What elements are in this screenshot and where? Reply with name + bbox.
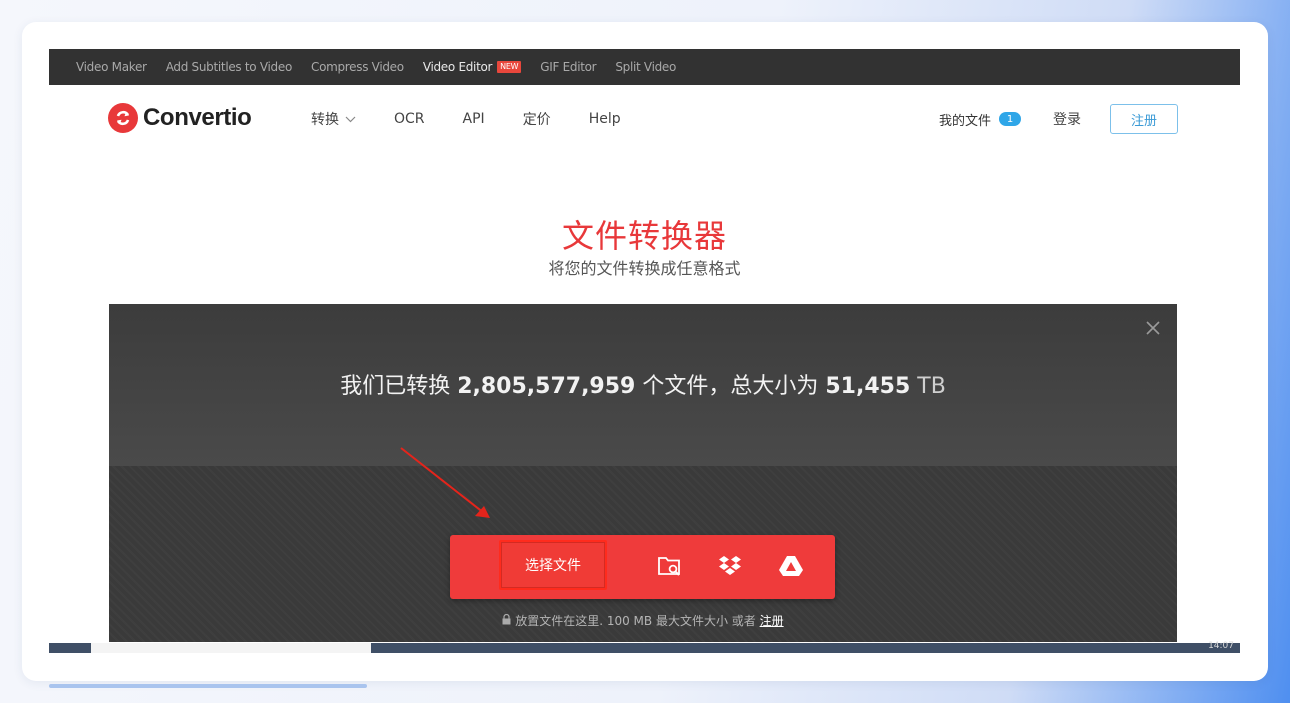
nav-item-label: API <box>462 111 485 127</box>
tool-link-label: Video Maker <box>76 60 147 74</box>
os-taskbar: 14:07 <box>49 641 1240 653</box>
main-nav: Convertio 转换 OCR API 定价 Help 我的文件 1 登录 注… <box>49 85 1240 151</box>
logo[interactable]: Convertio <box>108 103 252 133</box>
tool-link-video-maker[interactable]: Video Maker <box>76 60 147 74</box>
upload-panel: 我们已转换 2,805,577,959 个文件，总大小为 51,455 TB 选… <box>109 304 1177 642</box>
stats-prefix: 我们已转换 <box>340 374 451 399</box>
tool-link-label: GIF Editor <box>540 60 597 74</box>
browser-viewport: Video Maker Add Subtitles to Video Compr… <box>49 49 1240 653</box>
my-files-label: 我的文件 <box>938 113 991 129</box>
tool-link-label: Video Editor <box>422 60 493 74</box>
google-drive-icon[interactable] <box>778 553 804 579</box>
conversion-stats: 我们已转换 2,805,577,959 个文件，总大小为 51,455 TB <box>109 368 1177 400</box>
dropbox-icon[interactable] <box>717 553 743 579</box>
tools-strip: Video Maker Add Subtitles to Video Compr… <box>49 49 1240 85</box>
convertio-logo-icon <box>108 103 138 133</box>
size-unit: TB <box>917 374 946 399</box>
drop-hint-text: 放置文件在这里. 100 MB 最大文件大小 或者 <box>515 614 756 628</box>
nav-item-api[interactable]: API <box>463 111 485 127</box>
chevron-down-icon <box>345 111 356 127</box>
my-files-link[interactable]: 我的文件 1 <box>939 110 1021 129</box>
nav-item-label: 转换 <box>311 112 339 128</box>
annotation-arrow-icon <box>400 447 490 518</box>
scroll-indicator <box>49 684 367 688</box>
logo-text: Convertio <box>143 104 252 131</box>
new-badge: NEW <box>497 61 522 73</box>
signup-button[interactable]: 注册 <box>1110 104 1178 134</box>
nav-menu: 转换 OCR API 定价 Help <box>311 109 659 129</box>
tool-link-compress-video[interactable]: Compress Video <box>311 60 404 74</box>
lock-icon <box>502 613 515 628</box>
taskbar-clock: 14:07 <box>1208 641 1234 651</box>
tool-link-label: Add Subtitles to Video <box>165 60 293 74</box>
files-count: 2,805,577,959 <box>457 374 636 399</box>
nav-item-label: 定价 <box>522 112 551 128</box>
page-title: 文件转换器 <box>561 217 727 255</box>
account-nav: 我的文件 1 登录 注册 <box>939 104 1178 134</box>
tool-link-label: Split Video <box>615 60 677 74</box>
taskbar-search[interactable] <box>91 643 371 653</box>
nav-item-label: Help <box>588 111 621 127</box>
tool-link-label: Compress Video <box>310 60 404 74</box>
upload-button-bar: 选择文件 <box>450 535 835 599</box>
nav-item-ocr[interactable]: OCR <box>394 111 425 127</box>
nav-item-label: OCR <box>394 111 425 127</box>
file-count-badge: 1 <box>999 112 1021 126</box>
close-icon[interactable] <box>1145 320 1161 336</box>
page-subtitle: 将您的文件转换成任意格式 <box>548 259 741 278</box>
tool-link-gif-editor[interactable]: GIF Editor <box>540 60 596 74</box>
login-link[interactable]: 登录 <box>1053 109 1081 129</box>
folder-search-icon[interactable] <box>657 553 683 579</box>
stats-middle: 个文件，总大小为 <box>642 374 819 399</box>
drop-hint: 放置文件在这里. 100 MB 最大文件大小 或者 注册 <box>109 612 1177 629</box>
nav-item-pricing[interactable]: 定价 <box>523 109 551 129</box>
signup-link[interactable]: 注册 <box>760 614 784 628</box>
total-size: 51,455 <box>825 374 911 399</box>
nav-item-help[interactable]: Help <box>589 111 621 127</box>
tool-link-add-subtitles[interactable]: Add Subtitles to Video <box>165 60 293 74</box>
choose-files-button[interactable]: 选择文件 <box>499 540 607 590</box>
nav-item-convert[interactable]: 转换 <box>311 109 356 129</box>
tool-link-split-video[interactable]: Split Video <box>615 60 676 74</box>
tool-link-video-editor[interactable]: Video Editor NEW <box>422 60 522 74</box>
